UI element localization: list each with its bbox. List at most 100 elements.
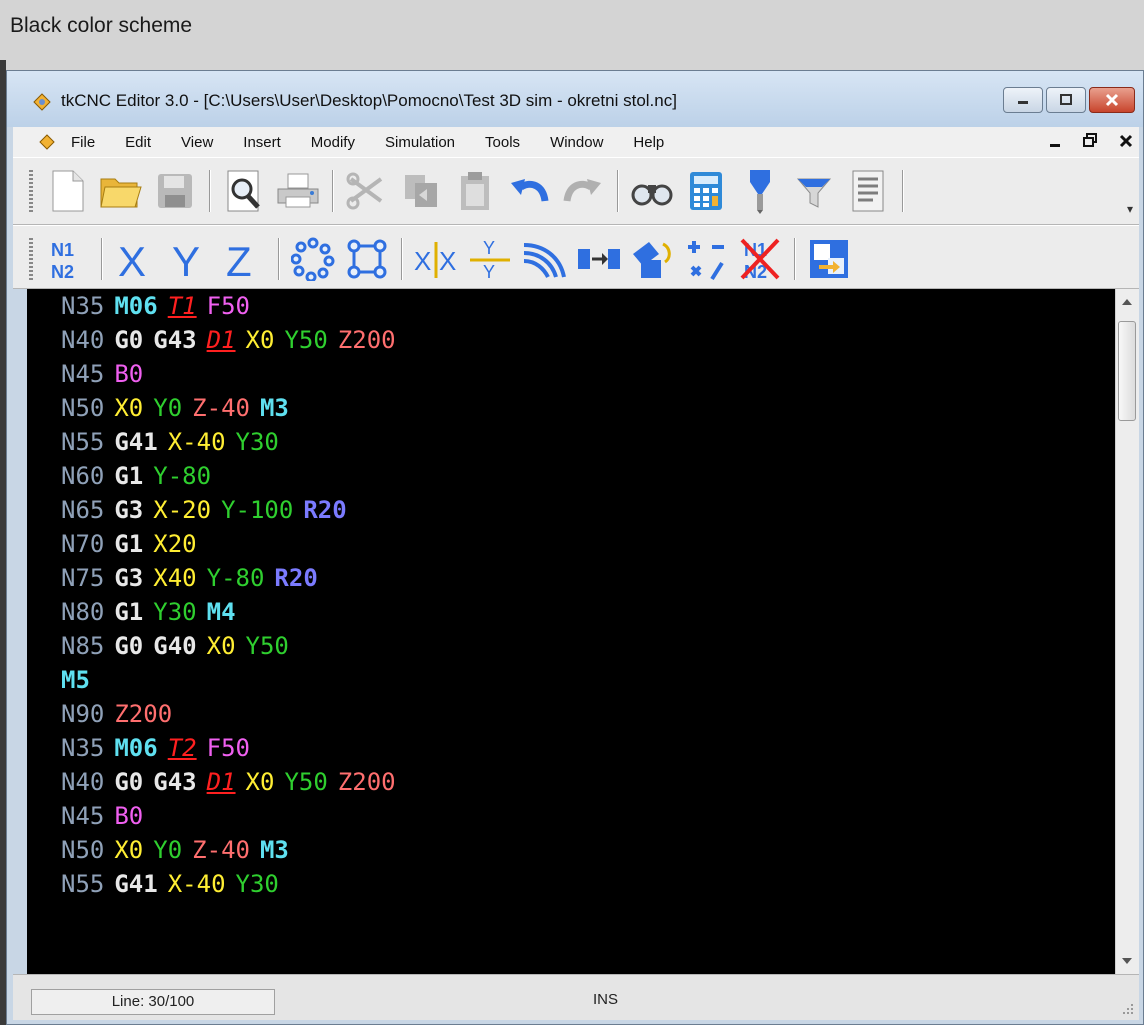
undo-icon	[511, 179, 549, 202]
filter-icon	[796, 178, 832, 208]
print-preview-button[interactable]	[220, 167, 268, 215]
vertical-scrollbar[interactable]	[1115, 289, 1139, 974]
folder-open-icon	[100, 178, 142, 208]
circle-pattern-button[interactable]	[289, 235, 337, 283]
undo-button[interactable]	[505, 167, 553, 215]
code-line[interactable]: N60 G1 Y-80	[27, 459, 1115, 493]
print-button[interactable]	[274, 167, 322, 215]
menu-window[interactable]: Window	[550, 134, 603, 151]
menu-help[interactable]: Help	[633, 134, 664, 151]
code-line[interactable]: N45 B0	[27, 357, 1115, 391]
toolbar-overflow-icon[interactable]: ▾	[1127, 202, 1133, 216]
mirror-button[interactable]: X X	[412, 235, 460, 283]
swap-axis-button[interactable]: Y Y	[466, 235, 514, 283]
code-line[interactable]: N75 G3 X40 Y-80 R20	[27, 561, 1115, 595]
rotate-button[interactable]	[628, 235, 676, 283]
new-file-button[interactable]	[43, 167, 91, 215]
editor-window: tkCNC Editor 3.0 - [C:\Users\User\Deskto…	[6, 70, 1144, 1025]
code-line[interactable]: N55 G41 X-40 Y30	[27, 867, 1115, 901]
code-editor[interactable]: N35 M06 T1 F50 N40 G0 G43 D1 X0 Y50 Z200 N45 B0 N50 X0…	[27, 289, 1115, 974]
rect-pattern-button[interactable]	[343, 235, 391, 283]
mdi-restore-icon[interactable]	[1083, 133, 1097, 149]
code-line[interactable]: N45 B0	[27, 799, 1115, 833]
redo-button[interactable]	[559, 167, 607, 215]
menu-modify[interactable]: Modify	[311, 134, 355, 151]
find-button[interactable]	[628, 167, 676, 215]
new-file-icon	[52, 170, 84, 212]
code-line[interactable]: M5	[27, 663, 1115, 697]
rect-pattern-icon	[347, 239, 387, 279]
menu-simulation[interactable]: Simulation	[385, 134, 455, 151]
code-line[interactable]: N85 G0 G40 X0 Y50	[27, 629, 1115, 663]
code-token: X0	[206, 632, 236, 660]
code-line[interactable]: N35 M06 T2 F50	[27, 731, 1115, 765]
code-line[interactable]: N80 G1 Y30 M4	[27, 595, 1115, 629]
arc-button[interactable]	[520, 235, 568, 283]
mdi-close-icon[interactable]	[1119, 133, 1133, 149]
renumber-icon: N1 N2	[51, 240, 74, 282]
page-caption: Black color scheme	[10, 14, 193, 37]
scrollbar-thumb[interactable]	[1118, 321, 1136, 421]
scroll-down-icon[interactable]	[1122, 958, 1132, 966]
printer-icon	[277, 173, 319, 208]
save-button[interactable]	[151, 167, 199, 215]
axis-y-icon: Y	[172, 238, 200, 282]
code-token: Y50	[284, 326, 328, 354]
maximize-button[interactable]	[1046, 87, 1086, 113]
toolbar-grip[interactable]	[29, 238, 33, 282]
code-line[interactable]: N50 X0 Y0 Z-40 M3	[27, 391, 1115, 425]
status-mode: INS	[593, 991, 619, 1008]
paste-button[interactable]	[451, 167, 499, 215]
mdi-minimize-icon[interactable]	[1049, 133, 1061, 149]
code-line[interactable]: N55 G41 X-40 Y30	[27, 425, 1115, 459]
move-button[interactable]	[574, 235, 622, 283]
code-line[interactable]: N40 G0 G43 D1 X0 Y50 Z200	[27, 323, 1115, 357]
axis-x-button[interactable]: X	[112, 235, 160, 283]
document-list-button[interactable]	[844, 167, 892, 215]
circle-pattern-icon	[291, 237, 335, 281]
resize-grip-icon[interactable]	[1121, 1002, 1135, 1016]
minimize-button[interactable]	[1003, 87, 1043, 113]
open-file-button[interactable]	[97, 167, 145, 215]
app-icon	[33, 93, 51, 111]
code-token: N40	[61, 326, 105, 354]
toolbar-grip[interactable]	[29, 170, 33, 214]
menu-insert[interactable]: Insert	[243, 134, 281, 151]
menu-tools[interactable]: Tools	[485, 134, 520, 151]
code-token: M06	[114, 292, 158, 320]
toolbar-separator	[902, 170, 903, 212]
code-token: G3	[114, 496, 144, 524]
code-token: M3	[259, 394, 289, 422]
code-line[interactable]: N90 Z200	[27, 697, 1115, 731]
tool-button[interactable]	[736, 167, 784, 215]
insert-block-button[interactable]	[805, 235, 853, 283]
document-lines-icon	[852, 170, 884, 212]
svg-text:X: X	[439, 246, 456, 276]
code-line[interactable]: N70 G1 X20	[27, 527, 1115, 561]
remove-numbers-button[interactable]: N1 N2	[736, 235, 784, 283]
code-line[interactable]: N35 M06 T1 F50	[27, 289, 1115, 323]
axis-z-button[interactable]: Z	[220, 235, 268, 283]
title-bar[interactable]: tkCNC Editor 3.0 - [C:\Users\User\Deskto…	[7, 71, 1143, 127]
svg-text:X: X	[414, 246, 431, 276]
menu-edit[interactable]: Edit	[125, 134, 151, 151]
menu-view[interactable]: View	[181, 134, 213, 151]
filter-button[interactable]	[790, 167, 838, 215]
cut-button[interactable]	[343, 167, 391, 215]
code-line[interactable]: N65 G3 X-20 Y-100 R20	[27, 493, 1115, 527]
scroll-up-icon[interactable]	[1122, 297, 1132, 305]
code-token: D1	[206, 768, 236, 796]
code-line[interactable]: N50 X0 Y0 Z-40 M3	[27, 833, 1115, 867]
renumber-button[interactable]: N1 N2	[43, 235, 91, 283]
code-token: X-20	[153, 496, 212, 524]
close-button[interactable]	[1089, 87, 1135, 113]
calculator-button[interactable]	[682, 167, 730, 215]
axis-y-button[interactable]: Y	[166, 235, 214, 283]
menu-file[interactable]: File	[71, 134, 95, 151]
math-button[interactable]	[682, 235, 730, 283]
toolbar-separator	[332, 170, 333, 212]
code-token: Z200	[337, 768, 396, 796]
code-line[interactable]: N40 G0 G43 D1 X0 Y50 Z200	[27, 765, 1115, 799]
copy-button[interactable]	[397, 167, 445, 215]
copy-icon	[405, 175, 437, 207]
